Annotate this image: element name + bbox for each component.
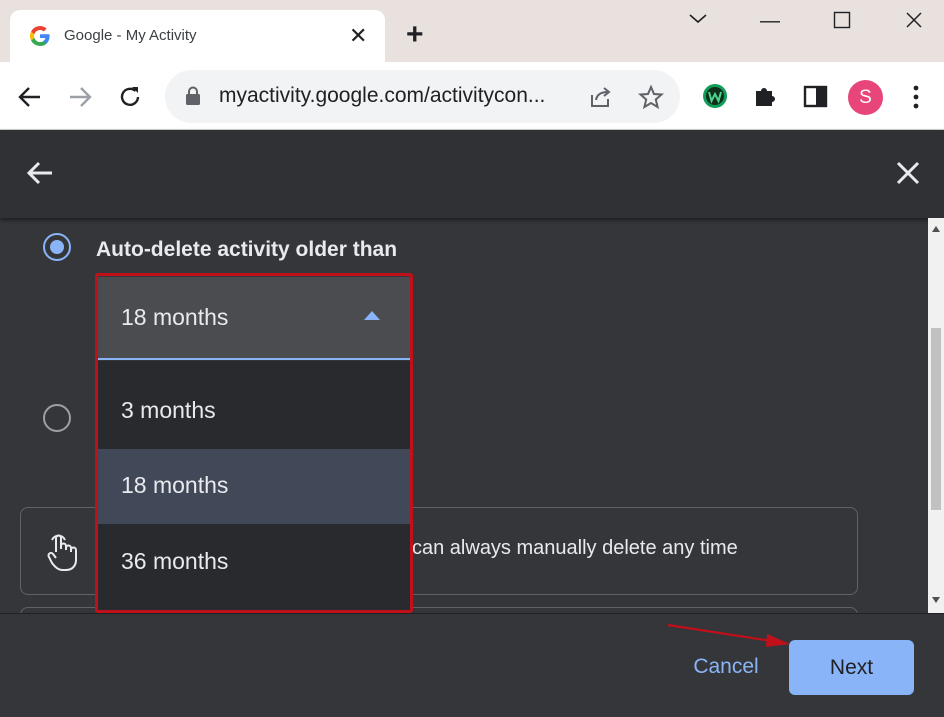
reload-icon[interactable] [116,83,144,111]
scroll-down-arrow-icon[interactable] [932,597,940,603]
new-tab-button[interactable]: + [406,19,424,51]
scroll-up-arrow-icon[interactable] [932,226,940,232]
hand-touch-icon [47,534,77,571]
profile-avatar[interactable]: S [848,80,883,115]
tab-search-icon[interactable] [688,12,708,26]
back-arrow-icon[interactable] [16,83,44,111]
window-close-button[interactable] [905,11,923,29]
extension-w-icon[interactable] [701,82,729,110]
share-icon[interactable] [588,84,614,110]
radio-dont-auto-delete[interactable] [43,404,71,432]
next-button[interactable]: Next [789,640,914,695]
minimize-button[interactable]: — [755,8,785,34]
menu-kebab-icon[interactable] [908,83,924,111]
radio-selected-dot [50,240,64,254]
side-panel-icon[interactable] [803,84,828,109]
tab-close-icon[interactable]: ✕ [349,22,367,50]
dialog-back-arrow-icon[interactable] [24,157,56,189]
dialog-close-icon[interactable] [895,160,921,186]
forward-arrow-icon[interactable] [66,83,94,111]
extensions-puzzle-icon[interactable] [752,83,778,109]
bookmark-star-icon[interactable] [638,84,664,110]
annotation-arrow-icon [667,623,790,647]
info-text: can always manually delete any time [412,537,738,559]
scrollbar-thumb[interactable] [931,328,941,510]
tab-title: Google - My Activity [64,27,197,44]
google-logo-icon [30,26,50,47]
lock-icon[interactable] [184,86,202,106]
maximize-button[interactable] [833,11,851,29]
auto-delete-option-label: Auto-delete activity older than [96,238,398,261]
dialog-header [0,130,944,218]
annotation-highlight-box [95,273,413,613]
url-text[interactable]: myactivity.google.com/activitycon... [219,84,545,108]
